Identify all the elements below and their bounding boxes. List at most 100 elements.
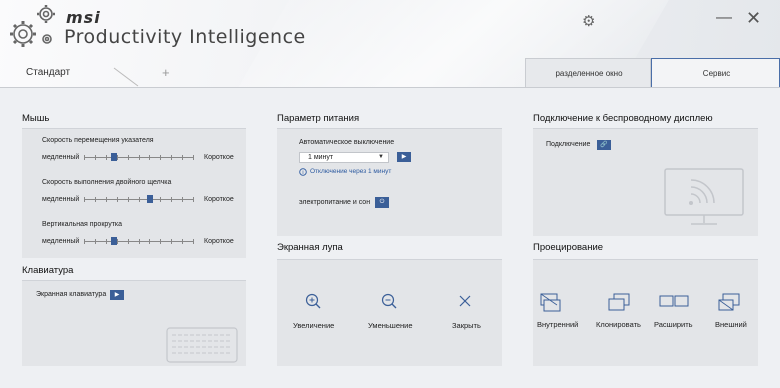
slider-tick [84, 239, 85, 244]
slider-thumb[interactable] [111, 237, 117, 245]
power-sleep-label: электропитание и сон [299, 199, 371, 206]
slider-tick [171, 239, 172, 244]
auto-off-select[interactable]: 1 минут ▼ [299, 152, 389, 163]
slider-tick [128, 197, 129, 202]
zoom-out-label: Уменьшение [368, 321, 413, 330]
auto-off-info-text: Отключение через 1 минут [310, 168, 392, 175]
close-magnifier-label: Закрыть [452, 321, 481, 330]
slider-tick [106, 197, 107, 202]
tab-standard-label: Стандарт [26, 67, 71, 78]
keyboard-section-title: Клавиатура [22, 265, 74, 276]
slider-tick [84, 197, 85, 202]
slider-tick [182, 197, 183, 202]
wireless-section-title: Подключение к беспроводному дисплею [533, 113, 713, 124]
msi-logo: msi [66, 8, 101, 27]
slider-tick [117, 197, 118, 202]
auto-off-apply-button[interactable]: ▶ [397, 152, 411, 162]
auto-off-value: 1 минут [308, 154, 334, 161]
double-click-slider[interactable] [84, 195, 194, 203]
close-icon [459, 295, 471, 307]
projection-internal-label: Внутренний [537, 320, 579, 329]
onscreen-keyboard-label: Экранная клавиатура [36, 291, 107, 298]
app-title: Productivity Intelligence [64, 26, 306, 48]
extend-icon [659, 295, 689, 307]
wireless-connect-button[interactable]: 🔗 [597, 140, 611, 150]
vertical-scroll-min-label: медленный [42, 238, 80, 245]
slider-tick [193, 155, 194, 160]
double-click-max-label: Короткое [204, 196, 234, 203]
power-sleep-button[interactable]: ⏻ [375, 197, 389, 208]
info-icon: i [299, 168, 307, 176]
tab-split-window-label: разделенное окно [555, 69, 623, 78]
slider-tick [117, 239, 118, 244]
tab-service-label: Сервис [702, 69, 731, 78]
slider-tick [84, 155, 85, 160]
slider-tick [139, 239, 140, 244]
slider-tick [95, 239, 96, 244]
mouse-panel: Скорость перемещения указателя медленный… [22, 128, 246, 258]
slider-tick [95, 155, 96, 160]
mouse-section-title: Мышь [22, 113, 50, 124]
slider-thumb[interactable] [111, 153, 117, 161]
settings-gear-icon[interactable]: ⚙ [582, 12, 595, 30]
duplicate-icon [608, 293, 630, 311]
wireless-connect-label: Подключение [546, 141, 591, 148]
tab-divider [0, 87, 780, 88]
projection-clone-label: Клонировать [596, 320, 641, 329]
slider-tick [128, 239, 129, 244]
minimize-button[interactable]: — [716, 9, 732, 27]
close-window-button[interactable]: ✕ [746, 8, 761, 29]
vertical-scroll-label: Вертикальная прокрутка [42, 221, 123, 228]
wireless-display-icon [664, 168, 744, 225]
gears-logo-icon [10, 5, 55, 47]
slider-tick [117, 155, 118, 160]
add-tab-button[interactable]: + [162, 65, 170, 80]
double-click-label: Скорость выполнения двойного щелчка [42, 179, 172, 186]
second-screen-only-icon [718, 293, 740, 311]
slider-tick [139, 155, 140, 160]
wireless-panel: Подключение 🔗 [533, 128, 758, 236]
zoom-in-label: Увеличение [293, 321, 335, 330]
pointer-speed-slider[interactable] [84, 153, 194, 161]
slider-tick [160, 239, 161, 244]
slider-tick [149, 239, 150, 244]
zoom-in-icon [305, 293, 321, 309]
slider-tick [106, 155, 107, 160]
slider-tick [182, 155, 183, 160]
tab-service[interactable]: Сервис [651, 58, 780, 88]
projection-extend-label: Расширить [654, 320, 693, 329]
tab-bar: Стандарт + разделенное окно Сервис [0, 58, 780, 88]
slider-tick [193, 239, 194, 244]
auto-off-label: Автоматическое выключение [299, 139, 395, 146]
slider-tick [128, 155, 129, 160]
chevron-down-icon: ▼ [378, 154, 384, 160]
projection-panel: Внутренний Клонировать Расширить Внешний [533, 259, 758, 366]
svg-text:i: i [302, 170, 303, 176]
onscreen-keyboard-button[interactable]: ▶ [110, 290, 124, 300]
double-click-min-label: медленный [42, 196, 80, 203]
tab-divider-decoration [113, 67, 139, 87]
pointer-speed-min-label: медленный [42, 154, 80, 161]
slider-tick [95, 197, 96, 202]
keyboard-icon [166, 327, 238, 363]
power-panel: Автоматическое выключение 1 минут ▼ ▶ i … [277, 128, 502, 236]
zoom-out-icon [381, 293, 397, 309]
slider-tick [106, 239, 107, 244]
pointer-speed-label: Скорость перемещения указателя [42, 137, 154, 144]
vertical-scroll-slider[interactable] [84, 237, 194, 245]
power-section-title: Параметр питания [277, 113, 360, 124]
projection-section-title: Проецирование [533, 242, 604, 253]
slider-tick [171, 197, 172, 202]
slider-tick [182, 239, 183, 244]
projection-external-label: Внешний [715, 320, 747, 329]
slider-thumb[interactable] [147, 195, 153, 203]
slider-tick [160, 197, 161, 202]
magnifier-section-title: Экранная лупа [277, 242, 343, 253]
tab-standard[interactable]: Стандарт [0, 58, 150, 88]
slider-tick [193, 197, 194, 202]
slider-tick [139, 197, 140, 202]
pointer-speed-max-label: Короткое [204, 154, 234, 161]
tab-split-window[interactable]: разделенное окно [525, 58, 651, 88]
keyboard-panel: Экранная клавиатура ▶ [22, 280, 246, 366]
slider-tick [149, 155, 150, 160]
